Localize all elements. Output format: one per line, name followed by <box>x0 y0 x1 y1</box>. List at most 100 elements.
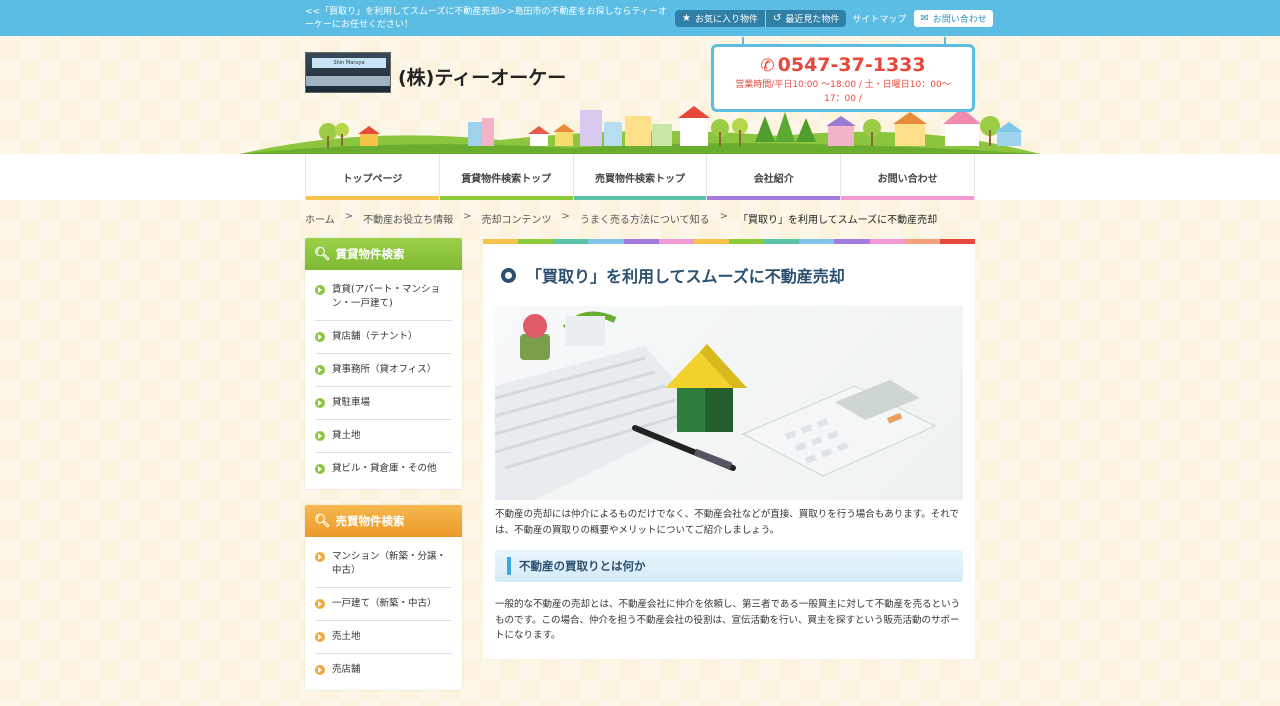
storefront-road <box>306 76 390 86</box>
company-name[interactable]: (株)ティーオーケー <box>398 63 566 90</box>
section-heading-text: 不動産の買取りとは何か <box>519 559 646 573</box>
chevron-right-icon <box>315 552 325 562</box>
nav-top-underline <box>306 196 439 200</box>
history-icon: ↺ <box>772 12 782 24</box>
phone-box-hanger-left <box>742 37 744 45</box>
rent-search-title: 賃貸物件検索 <box>335 247 405 261</box>
favorites-button[interactable]: ★ お気に入り物件 <box>675 9 766 27</box>
sidebar-item-sale-house[interactable]: 一戸建て（新築・中古） <box>315 588 452 621</box>
nav-sale-search-underline <box>573 196 707 200</box>
sitemap-link[interactable]: サイトマップ <box>852 12 906 25</box>
nav-company[interactable]: 会社紹介 <box>706 154 841 200</box>
nav-contact-underline <box>841 196 974 200</box>
nav-rent-search[interactable]: 賃貸物件検索トップ <box>438 154 573 200</box>
rent-search-list: 賃貸(アパート・マンション・一戸建て) 貸店舗（テナント） 貸事務所（貸オフィス… <box>305 270 462 489</box>
page-title-text: 「買取り」を利用してスムーズに不動産売却 <box>526 267 845 286</box>
sidebar-item-rent-residential[interactable]: 賃貸(アパート・マンション・一戸建て) <box>315 274 452 321</box>
section-heading: 不動産の買取りとは何か <box>495 550 963 582</box>
sidebar-item-sale-land[interactable]: 売土地 <box>315 621 452 654</box>
sidebar-item-sale-mansion[interactable]: マンション（新築・分譲・中古） <box>315 541 452 588</box>
article-image <box>495 306 963 500</box>
breadcrumb-tips[interactable]: 不動産お役立ち情報 <box>363 211 453 226</box>
phone-box-hanger-right <box>944 37 946 45</box>
sale-search-list: マンション（新築・分譲・中古） 一戸建て（新築・中古） 売土地 売店舗 <box>305 537 462 690</box>
sidebar-item-label: 貸事務所（貸オフィス） <box>332 364 437 375</box>
chevron-right-icon <box>315 398 325 408</box>
global-nav-items: トップページ 賃貸物件検索トップ 売買物件検索トップ 会社紹介 お問い合わせ <box>305 154 975 200</box>
heading-accent-bar <box>507 557 511 575</box>
chevron-right-icon <box>315 665 325 675</box>
chevron-right-icon <box>315 599 325 609</box>
sidebar-item-sale-shop[interactable]: 売店舗 <box>315 654 452 686</box>
sidebar-item-label: 売店舗 <box>332 664 361 675</box>
breadcrumb-how-to-sell[interactable]: うまく売る方法について知る <box>580 211 710 226</box>
nav-contact-label: お問い合わせ <box>877 173 938 185</box>
sidebar-item-label: 一戸建て（新築・中古） <box>332 598 437 609</box>
sidebar-item-rent-office[interactable]: 貸事務所（貸オフィス） <box>315 354 452 387</box>
nav-company-label: 会社紹介 <box>753 173 794 185</box>
breadcrumb-separator: > <box>561 211 570 222</box>
storefront-image[interactable]: Shin Maruya <box>305 52 391 93</box>
business-hours: 営業時間/平日10:00 ～18:00 / 土・日曜日10：00～17：00 / <box>735 80 951 104</box>
chevron-right-icon <box>315 464 325 474</box>
main-content: 「買取り」を利用してスムーズに不動産売却 不動産の売却には仲介によるものだけでな… <box>483 239 975 659</box>
nav-company-underline <box>707 196 841 200</box>
sale-search-header[interactable]: 🔍︎ 売買物件検索 <box>305 505 462 537</box>
circle-bullet-icon <box>501 267 516 283</box>
sidebar-item-label: 貸駐車場 <box>332 397 371 408</box>
section-body: 一般的な不動産の売却とは、不動産会社に仲介を依頼し、第三者である一般買主に対して… <box>495 599 961 641</box>
chevron-right-icon <box>315 431 325 441</box>
phone-number[interactable]: ✆ 0547-37-1333 <box>714 54 972 76</box>
site-description: <<「買取り」を利用してスムーズに不動産売却>>島田市の不動産をお探しならティー… <box>305 7 667 30</box>
mail-icon: ✉ <box>920 12 929 24</box>
sidebar: 🔍︎ 賃貸物件検索 賃貸(アパート・マンション・一戸建て) 貸店舗（テナント） 貸… <box>305 238 462 706</box>
search-icon: 🔍︎ <box>314 246 331 262</box>
chevron-right-icon <box>315 332 325 342</box>
breadcrumb-separator: > <box>463 211 472 222</box>
sidebar-item-label: マンション（新築・分譲・中古） <box>332 551 447 576</box>
sidebar-item-label: 貸土地 <box>332 430 361 441</box>
nav-top[interactable]: トップページ <box>305 154 439 200</box>
sidebar-item-label: 貸ビル・貸倉庫・その他 <box>332 463 437 474</box>
nav-top-label: トップページ <box>342 173 403 185</box>
rent-search-box: 🔍︎ 賃貸物件検索 賃貸(アパート・マンション・一戸建て) 貸店舗（テナント） 貸… <box>305 238 462 489</box>
nav-rent-search-label: 賃貸物件検索トップ <box>461 173 552 185</box>
breadcrumb-separator: > <box>344 211 354 222</box>
sidebar-item-rent-parking[interactable]: 貸駐車場 <box>315 387 452 420</box>
chevron-right-icon <box>315 285 325 295</box>
rent-search-header[interactable]: 🔍︎ 賃貸物件検索 <box>305 238 462 270</box>
sidebar-item-label: 売土地 <box>332 631 361 642</box>
nav-sale-search-label: 売買物件検索トップ <box>594 173 685 185</box>
chevron-right-icon <box>315 632 325 642</box>
sidebar-item-label: 賃貸(アパート・マンション・一戸建て) <box>332 284 441 309</box>
breadcrumb: ホーム > 不動産お役立ち情報 > 売却コンテンツ > うまく売る方法について知… <box>305 211 937 226</box>
breadcrumb-home[interactable]: ホーム <box>305 211 335 226</box>
search-icon: 🔍︎ <box>314 513 331 529</box>
top-bar: <<「買取り」を利用してスムーズに不動産売却>>島田市の不動産をお探しならティー… <box>0 0 1280 36</box>
nav-sale-search[interactable]: 売買物件検索トップ <box>572 154 707 200</box>
sidebar-item-rent-shop[interactable]: 貸店舗（テナント） <box>315 321 452 354</box>
breadcrumb-sale-content[interactable]: 売却コンテンツ <box>481 211 551 226</box>
sidebar-item-rent-land[interactable]: 貸土地 <box>315 420 452 453</box>
nav-contact[interactable]: お問い合わせ <box>840 154 975 200</box>
star-icon: ★ <box>682 12 691 24</box>
header: Shin Maruya (株)ティーオーケー ✆ 0547-37-1333 営業時… <box>0 36 1280 154</box>
sidebar-item-label: 貸店舗（テナント） <box>332 331 418 342</box>
rainbow-stripe <box>483 239 975 244</box>
recent-button[interactable]: ↺ 最近見た物件 <box>765 9 847 27</box>
storefront-sign: Shin Maruya <box>312 58 386 68</box>
sidebar-item-rent-building[interactable]: 貸ビル・貸倉庫・その他 <box>315 453 452 485</box>
phone-box: ✆ 0547-37-1333 営業時間/平日10:00 ～18:00 / 土・日曜… <box>711 37 975 112</box>
breadcrumb-separator: > <box>719 211 728 222</box>
phone-icon: ✆ <box>760 56 775 76</box>
lead-text: 不動産の売却には仲介によるものだけでなく、不動産会社などが直接、買取りを行う場合… <box>495 509 959 536</box>
top-contact-label: お問い合わせ <box>932 14 987 25</box>
sale-search-title: 売買物件検索 <box>335 514 405 528</box>
top-contact-button[interactable]: ✉ お問い合わせ <box>914 9 993 27</box>
chevron-right-icon <box>315 365 325 375</box>
top-links: ★ お気に入り物件 ↺ 最近見た物件 サイトマップ ✉ お問い合わせ <box>675 9 993 27</box>
breadcrumb-current: 「買取り」を利用してスムーズに不動産売却 <box>737 215 938 226</box>
page-title: 「買取り」を利用してスムーズに不動産売却 <box>501 263 845 287</box>
nav-rent-search-underline <box>439 196 573 200</box>
favorites-label: お気に入り物件 <box>694 14 758 25</box>
